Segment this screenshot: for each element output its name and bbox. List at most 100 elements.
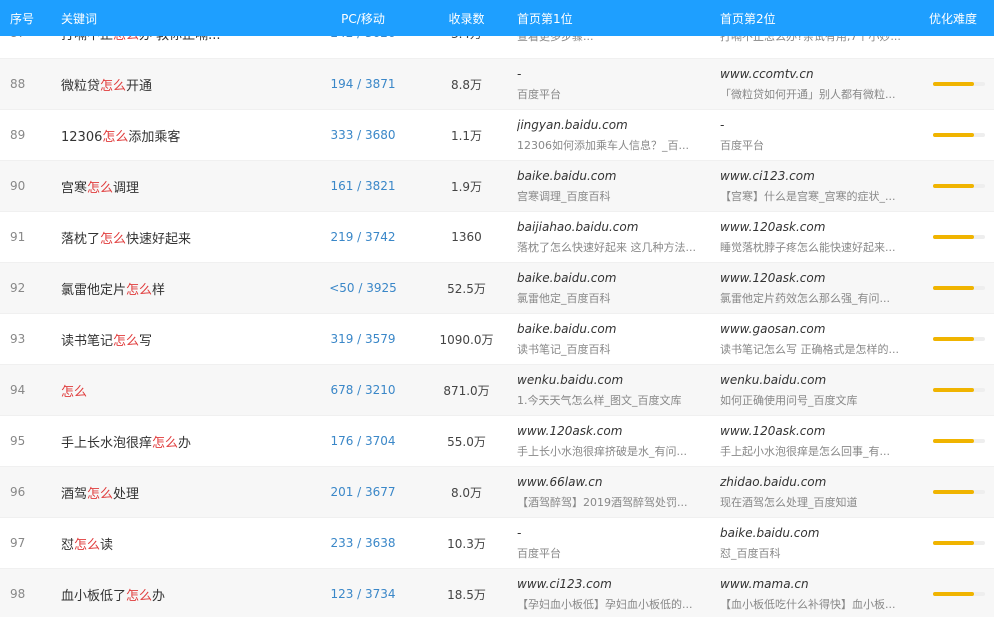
difficulty-bar xyxy=(933,286,985,290)
indexed-count: 52.5万 xyxy=(447,281,486,296)
rank1-cell[interactable]: baike.baidu.com 读书笔记_百度百科 xyxy=(515,322,718,357)
rank1-cell[interactable]: wenku.baidu.com 1.今天天气怎么样_图文_百度文库 xyxy=(515,373,718,408)
rank2-desc: 读书笔记怎么写 正确格式是怎样的... xyxy=(720,342,899,356)
pc-mobile-index[interactable]: 219 / 3742 xyxy=(308,230,418,244)
rank1-site[interactable]: - xyxy=(517,67,718,81)
rank1-cell[interactable]: www.ci123.com 【孕妇血小板低】孕妇血小板低的... xyxy=(515,577,718,612)
keyword-link[interactable]: 怎么 xyxy=(61,385,87,400)
keyword-link[interactable]: 血小板低了怎么办 xyxy=(61,589,165,604)
pc-mobile-index[interactable]: 201 / 3677 xyxy=(308,485,418,499)
keyword-suffix: 读 xyxy=(100,537,114,553)
keyword-cell[interactable]: 手上长水泡很痒怎么办 xyxy=(61,432,308,451)
rank2-site[interactable]: www.gaosan.com xyxy=(720,322,925,336)
header-pc-mobile[interactable]: PC/移动 xyxy=(308,10,418,27)
table-row: 92 氯雷他定片怎么样 <50 / 3925 52.5万 baike.baidu.com… xyxy=(0,263,994,314)
rank1-site[interactable]: baike.baidu.com xyxy=(517,169,718,183)
difficulty-fill xyxy=(933,490,974,494)
rank1-site[interactable]: www.120ask.com xyxy=(517,424,718,438)
rank2-site[interactable]: zhidao.baidu.com xyxy=(720,475,925,489)
keyword-cell[interactable]: 氯雷他定片怎么样 xyxy=(61,279,308,298)
results-table: 87打嗝不止怎么办·教你止嗝...242 / 36263.4万查看更多步骤...… xyxy=(0,8,994,617)
keyword-cell[interactable]: 酒驾怎么处理 xyxy=(61,483,308,502)
rank2-cell[interactable]: www.120ask.com 氯雷他定片药效怎么那么强_有问... xyxy=(718,271,925,306)
rank1-desc: 【孕妇血小板低】孕妇血小板低的... xyxy=(517,597,693,611)
keyword-link[interactable]: 酒驾怎么处理 xyxy=(61,487,139,502)
keyword-link[interactable]: 手上长水泡很痒怎么办 xyxy=(61,436,191,451)
rank1-site[interactable]: wenku.baidu.com xyxy=(517,373,718,387)
header-indexed[interactable]: 收录数 xyxy=(418,10,515,27)
keyword-highlight: 怎么 xyxy=(126,282,153,298)
rank1-cell[interactable]: jingyan.baidu.com 12306如何添加乘车人信息？_百... xyxy=(515,118,718,153)
pc-mobile-index[interactable]: 123 / 3734 xyxy=(308,587,418,601)
keyword-link[interactable]: 落枕了怎么快速好起来 xyxy=(61,232,191,247)
difficulty-bar xyxy=(933,133,985,137)
rank2-cell[interactable]: baike.baidu.com 怼_百度百科 xyxy=(718,526,925,561)
keyword-link[interactable]: 氯雷他定片怎么样 xyxy=(61,283,165,298)
pc-mobile-index[interactable]: 678 / 3210 xyxy=(308,383,418,397)
rank2-site[interactable]: www.120ask.com xyxy=(720,271,925,285)
pc-mobile-index[interactable]: 319 / 3579 xyxy=(308,332,418,346)
pc-mobile-index[interactable]: <50 / 3925 xyxy=(308,281,418,295)
pc-mobile-index[interactable]: 176 / 3704 xyxy=(308,434,418,448)
keyword-cell[interactable]: 宫寒怎么调理 xyxy=(61,177,308,196)
rank1-site[interactable]: www.ci123.com xyxy=(517,577,718,591)
difficulty-fill xyxy=(933,82,974,86)
rank2-cell[interactable]: www.ci123.com 【宫寒】什么是宫寒_宫寒的症状_... xyxy=(718,169,925,204)
rank1-cell[interactable]: - 百度平台 xyxy=(515,67,718,102)
rank2-site[interactable]: www.ci123.com xyxy=(720,169,925,183)
keyword-cell[interactable]: 读书笔记怎么写 xyxy=(61,330,308,349)
pc-mobile-index[interactable]: 194 / 3871 xyxy=(308,77,418,91)
rank2-site[interactable]: www.120ask.com xyxy=(720,220,925,234)
header-difficulty[interactable]: 优化难度 xyxy=(925,10,994,27)
rank1-site[interactable]: baike.baidu.com xyxy=(517,271,718,285)
header-no[interactable]: 序号 xyxy=(0,10,61,27)
rank1-desc: 宫寒调理_百度百科 xyxy=(517,189,611,203)
row-number: 92 xyxy=(10,281,26,295)
rank1-site[interactable]: baijiahao.baidu.com xyxy=(517,220,718,234)
header-rank1[interactable]: 首页第1位 xyxy=(515,10,718,27)
keyword-link[interactable]: 读书笔记怎么写 xyxy=(61,334,152,349)
rank2-site[interactable]: www.120ask.com xyxy=(720,424,925,438)
header-rank2[interactable]: 首页第2位 xyxy=(718,10,925,27)
rank1-site[interactable]: www.66law.cn xyxy=(517,475,718,489)
row-number: 95 xyxy=(10,434,26,448)
keyword-link[interactable]: 怼怎么读 xyxy=(61,538,113,553)
keyword-link[interactable]: 微粒贷怎么开通 xyxy=(61,79,152,94)
indexed-count: 8.8万 xyxy=(450,77,483,92)
header-keyword[interactable]: 关键词 xyxy=(61,10,308,27)
keyword-cell[interactable]: 怼怎么读 xyxy=(61,534,308,553)
keyword-cell[interactable]: 怎么 xyxy=(61,381,308,400)
rank2-site[interactable]: baike.baidu.com xyxy=(720,526,925,540)
rank2-cell[interactable]: www.gaosan.com 读书笔记怎么写 正确格式是怎样的... xyxy=(718,322,925,357)
rank1-cell[interactable]: baike.baidu.com 氯雷他定_百度百科 xyxy=(515,271,718,306)
rank1-site[interactable]: baike.baidu.com xyxy=(517,322,718,336)
pc-mobile-index[interactable]: 161 / 3821 xyxy=(308,179,418,193)
rank2-cell[interactable]: www.120ask.com 睡觉落枕脖子疼怎么能快速好起来... xyxy=(718,220,925,255)
keyword-cell[interactable]: 落枕了怎么快速好起来 xyxy=(61,228,308,247)
keyword-cell[interactable]: 微粒贷怎么开通 xyxy=(61,75,308,94)
rank1-site[interactable]: - xyxy=(517,526,718,540)
keyword-cell[interactable]: 12306怎么添加乘客 xyxy=(61,126,308,145)
rank2-cell[interactable]: www.mama.cn 【血小板低吃什么补得快】血小板... xyxy=(718,577,925,612)
rank2-cell[interactable]: www.ccomtv.cn 「微粒贷如何开通」别人都有微粒... xyxy=(718,67,925,102)
pc-mobile-index[interactable]: 233 / 3638 xyxy=(308,536,418,550)
keyword-cell[interactable]: 血小板低了怎么办 xyxy=(61,585,308,604)
rank1-cell[interactable]: baike.baidu.com 宫寒调理_百度百科 xyxy=(515,169,718,204)
rank2-site[interactable]: - xyxy=(720,118,925,132)
indexed-count: 1.9万 xyxy=(450,179,483,194)
rank2-cell[interactable]: - 百度平台 xyxy=(718,118,925,153)
rank2-cell[interactable]: wenku.baidu.com 如何正确使用问号_百度文库 xyxy=(718,373,925,408)
rank1-cell[interactable]: baijiahao.baidu.com 落枕了怎么快速好起来 这几种方法... xyxy=(515,220,718,255)
rank1-cell[interactable]: www.66law.cn 【酒驾醉驾】2019酒驾醉驾处罚... xyxy=(515,475,718,510)
pc-mobile-index[interactable]: 333 / 3680 xyxy=(308,128,418,142)
rank2-cell[interactable]: www.120ask.com 手上起小水泡很痒是怎么回事_有... xyxy=(718,424,925,459)
rank1-site[interactable]: jingyan.baidu.com xyxy=(517,118,718,132)
keyword-link[interactable]: 宫寒怎么调理 xyxy=(61,181,139,196)
rank2-site[interactable]: www.mama.cn xyxy=(720,577,925,591)
keyword-link[interactable]: 12306怎么添加乘客 xyxy=(61,130,180,145)
rank1-cell[interactable]: www.120ask.com 手上长小水泡很痒挤破是水_有问... xyxy=(515,424,718,459)
rank2-cell[interactable]: zhidao.baidu.com 现在酒驾怎么处理_百度知道 xyxy=(718,475,925,510)
rank2-site[interactable]: www.ccomtv.cn xyxy=(720,67,925,81)
rank1-cell[interactable]: - 百度平台 xyxy=(515,526,718,561)
rank2-site[interactable]: wenku.baidu.com xyxy=(720,373,925,387)
